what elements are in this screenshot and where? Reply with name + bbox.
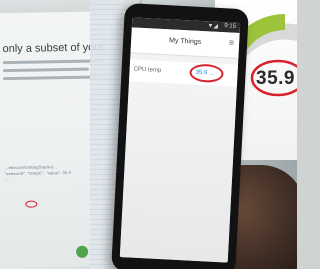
green-button[interactable] [76,245,89,258]
signal-icon: ▼◢ [207,23,219,30]
list-item[interactable]: CPU temp 35.9 ... [129,59,239,87]
red-circle-annotation [189,63,224,84]
text-line [2,59,103,65]
code-snippet: ...ents/on/GettingStarted... "sensorId":… [4,164,72,183]
app-title: My Things [168,37,202,46]
phone-screen: ▼◢ 9:15 My Things ≡ CPU temp 35.9 ... [119,17,241,263]
status-time: 9:15 [224,23,237,30]
smartphone: ▼◢ 9:15 My Things ≡ CPU temp 35.9 ... [111,2,249,269]
text-line [2,67,89,73]
phone-content-area [119,87,237,263]
gauge-value: 35.9 [256,68,295,89]
highlight-circle [25,200,38,208]
app-bar: My Things ≡ [130,27,240,59]
thing-name: CPU temp [133,66,162,74]
menu-icon[interactable]: ≡ [229,37,235,47]
monitor-heading: only a subset of your [2,41,105,56]
text-line [3,75,99,81]
photo-scene: only a subset of your ...ents/on/Getting… [0,0,297,269]
